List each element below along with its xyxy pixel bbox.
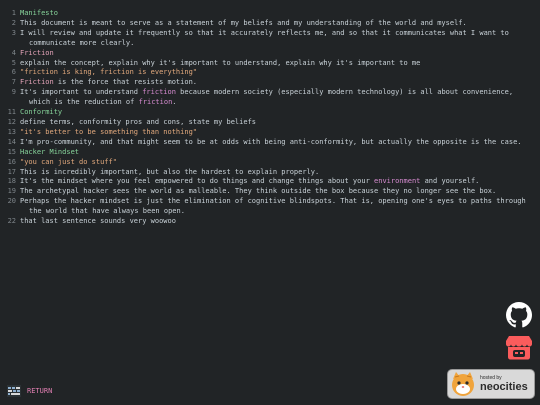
text-segment: friction — [142, 88, 176, 97]
text-segment: define terms, conformity pros and cons, … — [20, 117, 257, 126]
text-segment: and yourself. — [420, 177, 480, 186]
line-text: Hacker Mindset — [20, 148, 540, 158]
editor-line: 20 Perhaps the hacker mindset is just the… — [0, 197, 540, 217]
itch-io-icon[interactable] — [506, 334, 532, 360]
line-number: 12 — [7, 117, 16, 126]
line-text: I will review and update it frequently s… — [20, 29, 540, 49]
line-number: 1 — [11, 9, 16, 17]
line-text: explain the concept, explain why it's im… — [20, 59, 540, 69]
line-text: "you can just do stuff" — [20, 158, 540, 168]
editor-line: 6 "friction is king, friction is everythi… — [0, 68, 540, 78]
text-segment: "friction is king, friction is everythin… — [20, 68, 198, 77]
return-label: RETURN — [27, 387, 53, 395]
editor-line: 13 "it's better to be something than noth… — [0, 128, 540, 138]
line-text: Manifesto — [20, 9, 540, 19]
line-number: 20 — [7, 197, 16, 206]
badge-brand: neocities — [480, 381, 528, 393]
line-text: This is incredibly important, but also t… — [20, 168, 540, 178]
line-number: 15 — [7, 147, 16, 156]
text-segment: explain the concept, explain why it's im… — [20, 58, 421, 67]
line-text: I'm pro-community, and that might seem t… — [20, 138, 540, 148]
text-segment: Manifesto — [20, 9, 58, 17]
line-number: 19 — [7, 187, 16, 196]
text-segment: . — [172, 98, 177, 107]
editor-line: 16 "you can just do stuff" — [0, 158, 540, 168]
text-segment: that last sentence sounds very woowoo — [20, 217, 176, 226]
line-number: 14 — [7, 137, 16, 146]
text-segment: Friction — [20, 48, 54, 57]
editor-line: 12 define terms, conformity pros and cons… — [0, 118, 540, 128]
text-segment: I will review and update it frequently s… — [20, 28, 509, 47]
editor-line: 15 Hacker Mindset — [0, 148, 540, 158]
text-segment: It's the mindset where you feel empowere… — [20, 177, 375, 186]
line-number: 16 — [7, 157, 16, 166]
line-text: Perhaps the hacker mindset is just the e… — [20, 197, 540, 217]
text-segment: I'm pro-community, and that might seem t… — [20, 137, 522, 146]
line-number: 4 — [11, 48, 16, 57]
line-text: It's important to understand friction be… — [20, 88, 540, 108]
line-text: "it's better to be something than nothin… — [20, 128, 540, 138]
text-segment: The archetypal hacker sees the world as … — [20, 187, 497, 196]
editor-line: 22 that last sentence sounds very woowoo — [0, 217, 540, 227]
text-segment: This document is meant to serve as a sta… — [20, 18, 467, 27]
line-text: It's the mindset where you feel empowere… — [20, 177, 540, 187]
neocities-cat-icon — [452, 372, 474, 396]
text-segment: Friction — [20, 78, 54, 87]
editor-line: 4 Friction — [0, 49, 540, 59]
text-segment: is the force that resists motion. — [53, 78, 198, 87]
line-number: 6 — [11, 68, 16, 77]
text-segment: "it's better to be something than nothin… — [20, 127, 198, 136]
line-text: The archetypal hacker sees the world as … — [20, 187, 540, 197]
neocities-badge[interactable]: hosted by neocities — [448, 370, 534, 398]
editor-line: 19 The archetypal hacker sees the world a… — [0, 187, 540, 197]
editor-line: 7 Friction is the force that resists moti… — [0, 78, 540, 88]
text-segment: Perhaps the hacker mindset is just the e… — [20, 197, 526, 216]
return-link[interactable]: RETURN — [7, 385, 52, 397]
line-text: Conformity — [20, 108, 540, 118]
editor-line: 2 This document is meant to serve as a st… — [0, 19, 540, 29]
line-number: 13 — [7, 127, 16, 136]
document-editor: 1 Manifesto 2 This document is meant to ser… — [0, 9, 540, 227]
line-number: 5 — [11, 58, 16, 67]
line-number: 3 — [11, 28, 16, 37]
text-segment: It's important to understand — [20, 88, 143, 97]
editor-line: 1 Manifesto — [0, 9, 540, 19]
line-text: that last sentence sounds very woowoo — [20, 217, 540, 227]
line-number: 17 — [7, 167, 16, 176]
line-text: "friction is king, friction is everythin… — [20, 68, 540, 78]
text-segment: environment — [374, 177, 421, 186]
text-segment: friction — [138, 98, 173, 107]
line-number: 18 — [7, 177, 16, 186]
line-text: define terms, conformity pros and cons, … — [20, 118, 540, 128]
editor-line: 14 I'm pro-community, and that might seem… — [0, 138, 540, 148]
editor-line: 3 I will review and update it frequently … — [0, 29, 540, 49]
line-number: 11 — [7, 108, 16, 117]
editor-line: 5 explain the concept, explain why it's i… — [0, 59, 540, 69]
line-text: Friction — [20, 49, 540, 59]
editor-line: 17 This is incredibly important, but also… — [0, 168, 540, 178]
line-text: Friction is the force that resists motio… — [20, 78, 540, 88]
editor-line: 18 It's the mindset where you feel empowe… — [0, 177, 540, 187]
line-number: 9 — [11, 88, 16, 97]
github-icon[interactable] — [506, 302, 532, 328]
keyboard-return-icon — [7, 385, 21, 397]
editor-line: 9 It's important to understand friction b… — [0, 88, 540, 108]
editor-line: 11 Conformity — [0, 108, 540, 118]
text-segment: Conformity — [20, 108, 63, 117]
line-number: 2 — [11, 18, 16, 27]
line-number: 7 — [11, 78, 16, 87]
text-segment: Hacker Mindset — [20, 147, 80, 156]
text-segment: "you can just do stuff" — [20, 157, 117, 166]
line-text: This document is meant to serve as a sta… — [20, 19, 540, 29]
text-segment: This is incredibly important, but also t… — [20, 167, 320, 176]
line-number: 22 — [7, 217, 16, 226]
